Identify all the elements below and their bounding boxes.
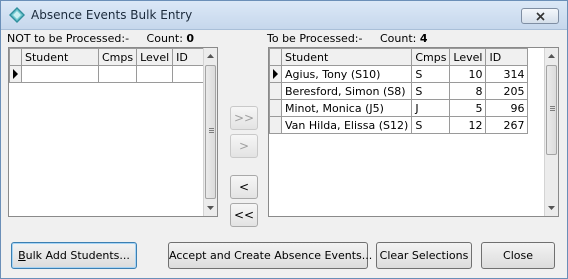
table-header-row: Student Cmps Level ID — [9, 48, 216, 66]
accept-create-events-button[interactable]: Accept and Create Absence Events... — [168, 242, 372, 269]
move-all-left-button[interactable]: << — [230, 203, 258, 227]
table-cell-level[interactable]: 8 — [449, 82, 487, 100]
table-cell-student[interactable]: Beresford, Simon (S8) — [280, 82, 413, 100]
column-header-level[interactable]: Level — [136, 48, 174, 66]
right-grid-scrollbar[interactable] — [544, 48, 558, 216]
bulk-add-mnemonic: B — [18, 249, 26, 262]
table-cell-id[interactable]: 205 — [485, 82, 529, 100]
close-icon — [536, 12, 545, 21]
column-header-student[interactable]: Student — [21, 48, 99, 66]
table-cell-student[interactable]: Minot, Monica (J5) — [280, 99, 413, 117]
table-cell-student[interactable]: Van Hilda, Elissa (S12) — [280, 116, 413, 134]
column-header-id[interactable]: ID — [485, 48, 529, 66]
left-panel-heading: NOT to be Processed:- Count: 0 — [7, 32, 194, 45]
row-indicator — [269, 99, 282, 117]
to-be-processed-grid[interactable]: Student Cmps Level ID Agius, Tony (S10) … — [268, 47, 559, 217]
right-count-value: 4 — [419, 32, 428, 45]
current-row-arrow-icon — [13, 69, 18, 79]
scroll-thumb[interactable] — [546, 65, 557, 155]
column-header-student[interactable]: Student — [280, 48, 413, 66]
table-cell-cmps[interactable]: S — [411, 116, 451, 134]
bulk-entry-window: Absence Events Bulk Entry NOT to be Proc… — [0, 0, 568, 279]
scroll-up-icon[interactable] — [545, 48, 558, 64]
window-title: Absence Events Bulk Entry — [31, 8, 193, 22]
current-row-indicator — [9, 65, 22, 83]
not-processed-table: Student Cmps Level ID — [9, 48, 216, 83]
table-cell[interactable] — [97, 65, 138, 83]
move-left-button[interactable]: < — [230, 175, 258, 199]
scroll-down-icon[interactable] — [204, 200, 217, 216]
right-panel-heading: To be Processed:- Count: 4 — [267, 32, 428, 45]
close-button[interactable]: Close — [481, 242, 555, 269]
table-cell-student[interactable]: Agius, Tony (S10) — [280, 65, 413, 83]
to-be-processed-table: Student Cmps Level ID Agius, Tony (S10) … — [269, 48, 529, 134]
table-cell-level[interactable]: 12 — [449, 116, 487, 134]
table-cell-id[interactable]: 314 — [485, 65, 529, 83]
to-be-processed-label: To be Processed:- — [267, 32, 363, 45]
table-row[interactable]: Beresford, Simon (S8) S 8 205 — [269, 82, 529, 100]
table-row[interactable] — [9, 65, 216, 83]
scroll-down-icon[interactable] — [545, 200, 558, 216]
column-header-cmps[interactable]: Cmps — [97, 48, 138, 66]
bulk-add-label: ulk Add Students... — [25, 249, 130, 262]
column-header-cmps[interactable]: Cmps — [411, 48, 451, 66]
current-row-arrow-icon — [273, 69, 278, 79]
table-cell-cmps[interactable]: S — [411, 65, 451, 83]
current-row-indicator — [269, 65, 282, 83]
move-right-button[interactable]: > — [230, 134, 258, 158]
bulk-add-students-button[interactable]: Bulk Add Students... — [11, 242, 137, 269]
table-cell-cmps[interactable]: J — [411, 99, 451, 117]
table-cell[interactable] — [136, 65, 174, 83]
right-count-label: Count: — [379, 32, 417, 45]
table-cell-level[interactable]: 10 — [449, 65, 487, 83]
left-grid-scrollbar[interactable] — [203, 48, 217, 216]
left-count-label: Count: — [146, 32, 183, 45]
table-cell-id[interactable]: 96 — [485, 99, 529, 117]
table-cell[interactable] — [21, 65, 99, 83]
move-all-right-button[interactable]: >> — [230, 106, 258, 130]
row-indicator-header — [9, 48, 22, 66]
scroll-up-icon[interactable] — [204, 48, 217, 64]
table-cell-id[interactable]: 267 — [485, 116, 529, 134]
diamond-app-icon — [9, 7, 25, 23]
column-header-level[interactable]: Level — [449, 48, 487, 66]
table-cell-level[interactable]: 5 — [449, 99, 487, 117]
not-processed-label: NOT to be Processed:- — [7, 32, 130, 45]
row-indicator — [269, 82, 282, 100]
table-row[interactable]: Van Hilda, Elissa (S12) S 12 267 — [269, 116, 529, 134]
table-header-row: Student Cmps Level ID — [269, 48, 529, 66]
row-indicator — [269, 116, 282, 134]
table-row[interactable]: Agius, Tony (S10) S 10 314 — [269, 65, 529, 83]
table-cell-cmps[interactable]: S — [411, 82, 451, 100]
row-indicator-header — [269, 48, 282, 66]
not-processed-grid[interactable]: Student Cmps Level ID — [8, 47, 218, 217]
left-count-value: 0 — [186, 32, 195, 45]
table-row[interactable]: Minot, Monica (J5) J 5 96 — [269, 99, 529, 117]
window-close-button[interactable] — [521, 8, 559, 24]
scroll-thumb[interactable] — [205, 65, 216, 199]
title-bar[interactable]: Absence Events Bulk Entry — [1, 1, 567, 30]
clear-selections-button[interactable]: Clear Selections — [376, 242, 472, 269]
